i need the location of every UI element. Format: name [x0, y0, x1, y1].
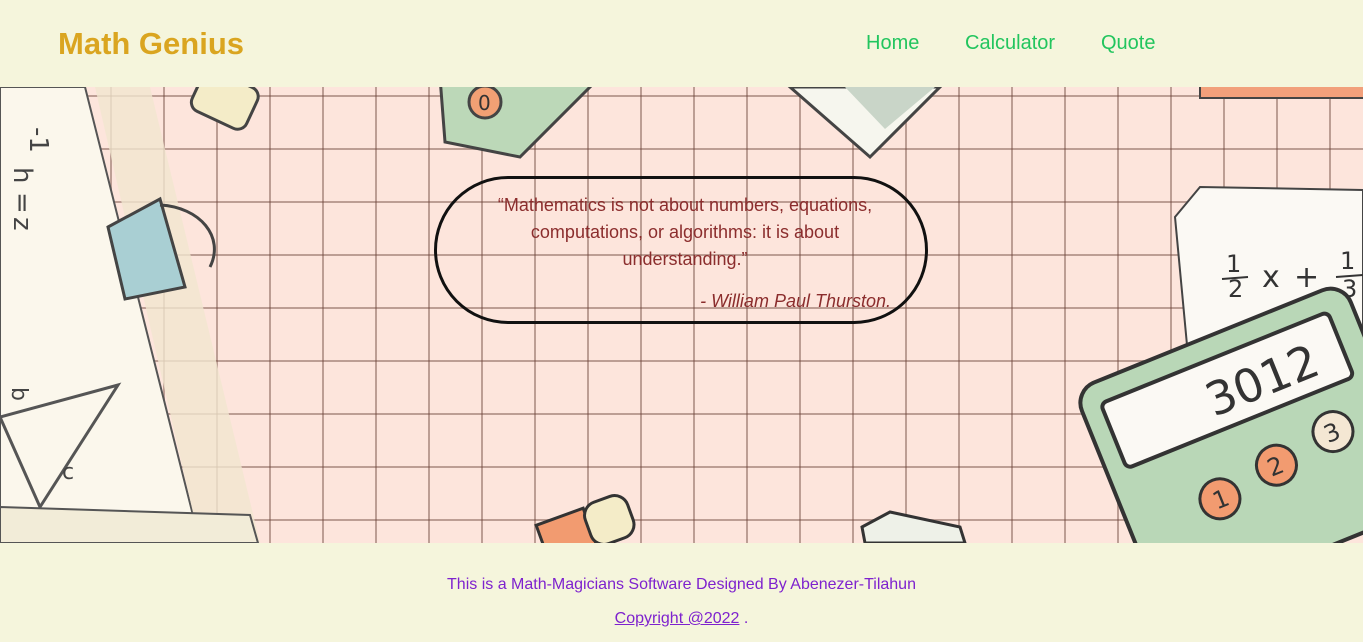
note-left-0: -1: [23, 127, 53, 153]
triangle-label-c: c: [62, 460, 74, 485]
top-calculator-key-label: 0: [478, 91, 491, 115]
quote-text: “Mathematics is not about numbers, equat…: [497, 195, 873, 269]
footer-credit: This is a Math-Magicians Software Design…: [447, 576, 916, 593]
top-calculator: [439, 87, 593, 159]
fraction-denominator-1: 2: [1228, 275, 1243, 303]
nav-bar: Home Calculator Quote: [0, 32, 1363, 58]
note-left-3: z: [7, 217, 37, 231]
fraction-variable: x: [1262, 260, 1280, 295]
quote-author: - William Paul Thurston.: [700, 291, 891, 311]
bottom-pencil: [534, 494, 636, 543]
top-right-strip: [1199, 87, 1363, 99]
quote-card: “Mathematics is not about numbers, equat…: [434, 176, 928, 324]
copyright-suffix: .: [739, 610, 749, 627]
copyright-link[interactable]: Copyright @2022: [615, 610, 740, 627]
eraser-top: [189, 87, 260, 131]
triangle-label-b: b: [6, 387, 31, 401]
header: Math Genius Home Calculator Quote: [0, 0, 1363, 87]
copyright-line: Copyright @2022 .: [0, 610, 1363, 628]
note-left-1: h: [7, 167, 37, 183]
nav-link-home[interactable]: Home: [866, 32, 919, 55]
footer: This is a Math-Magicians Software Design…: [0, 543, 1363, 642]
fraction-plus: +: [1294, 260, 1319, 295]
note-left-2: =: [7, 192, 37, 214]
hero-background: -1 h = z b c 0 1 2 x + 1 3 3012 3 2 1 “M…: [0, 87, 1363, 543]
bottom-ruler: [860, 510, 967, 543]
nav-link-quote[interactable]: Quote: [1101, 32, 1155, 55]
fraction-numerator-2: 1: [1340, 247, 1355, 275]
nav-link-calculator[interactable]: Calculator: [965, 32, 1055, 55]
fraction-numerator-1: 1: [1226, 250, 1241, 278]
